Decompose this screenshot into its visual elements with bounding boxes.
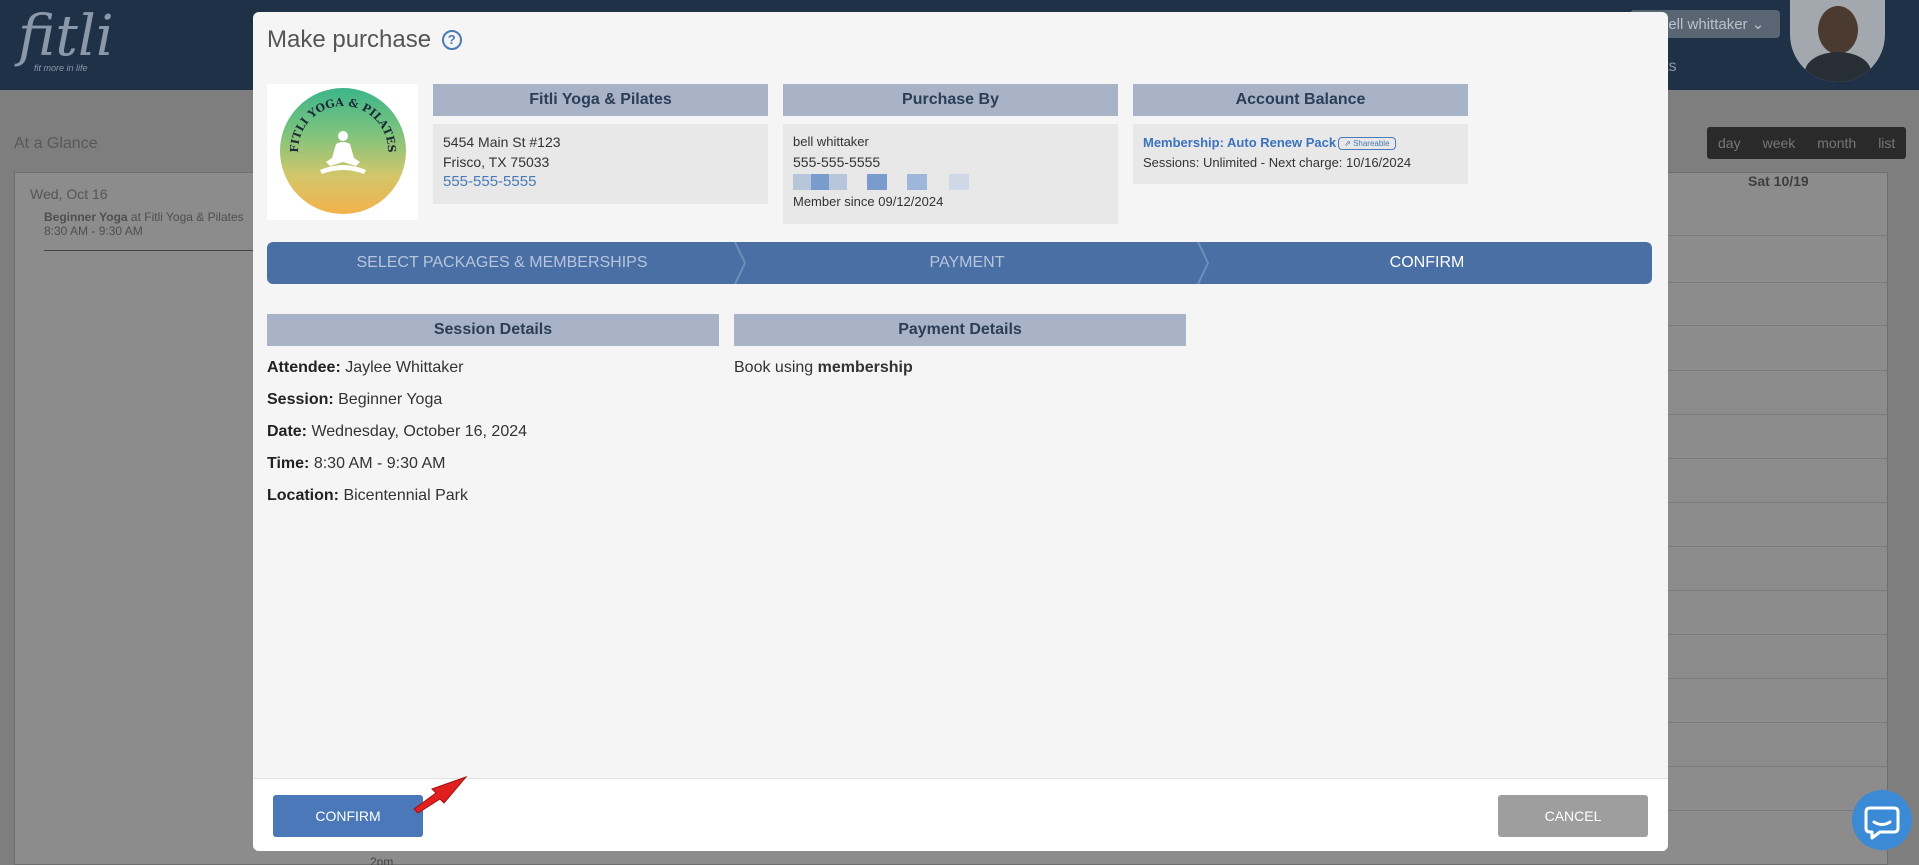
member-since: Member since 09/12/2024: [793, 194, 944, 209]
calendar-view-switcher: day week month list: [1707, 127, 1907, 159]
detail-value: Beginner Yoga: [333, 391, 443, 408]
detail-value: 8:30 AM - 9:30 AM: [309, 455, 446, 472]
purchaser-phone: 555-555-5555: [793, 154, 881, 170]
modal-title-text: Make purchase: [267, 26, 432, 53]
make-purchase-modal: Make purchase ? FITLI YOGA & PILATES Fit…: [253, 12, 1668, 851]
share-icon: ⇗: [1344, 139, 1351, 148]
account-balance-heading: Account Balance: [1133, 84, 1468, 116]
detail-label: Attendee:: [267, 359, 341, 376]
at-a-glance-heading: At a Glance: [14, 135, 98, 152]
shareable-badge-label: Shareable: [1353, 139, 1390, 148]
logo-artwork: FITLI YOGA & PILATES: [288, 96, 398, 174]
logo-badge: FITLI YOGA & PILATES: [280, 88, 406, 214]
detail-value: Bicentennial Park: [339, 487, 468, 504]
avatar-body-shape: [1805, 52, 1871, 82]
chat-widget-button[interactable]: [1852, 790, 1912, 850]
cancel-button[interactable]: CANCEL: [1498, 795, 1648, 837]
annotation-arrow-icon: [413, 775, 468, 814]
business-address-line1: 5454 Main St #123: [443, 134, 561, 150]
chevron-down-icon: ⌄: [1751, 16, 1765, 33]
modal-title: Make purchase ?: [267, 26, 462, 54]
business-address-card: 5454 Main St #123 Frisco, TX 75033 555-5…: [433, 124, 768, 204]
payment-method-value: membership: [817, 359, 913, 376]
detail-label: Date:: [267, 423, 308, 440]
view-month-button[interactable]: month: [1806, 127, 1867, 159]
detail-attendee: Attendee: Jaylee Whittaker: [267, 359, 464, 377]
purchaser-redacted-info: [793, 174, 1108, 190]
purchaser-card: bell whittaker 555-555-5555 Member since…: [783, 124, 1118, 224]
step-payment[interactable]: PAYMENT: [737, 242, 1197, 284]
view-day-button[interactable]: day: [1707, 127, 1752, 159]
purchase-steps: SELECT PACKAGES & MEMBERSHIPS PAYMENT CO…: [267, 242, 1652, 284]
step-select-packages[interactable]: SELECT PACKAGES & MEMBERSHIPS: [267, 242, 737, 284]
redacted-block: [907, 174, 927, 190]
calendar-event-name: Beginner Yoga: [44, 210, 128, 224]
membership-link[interactable]: Membership: Auto Renew Pack: [1143, 135, 1336, 150]
chat-bubble-icon: [1864, 806, 1900, 840]
detail-label: Session:: [267, 391, 334, 408]
purchase-by-heading: Purchase By: [783, 84, 1118, 116]
shareable-badge: ⇗ Shareable: [1338, 137, 1396, 150]
step-confirm[interactable]: CONFIRM: [1202, 242, 1652, 284]
calendar-event-time: 8:30 AM - 9:30 AM: [44, 224, 143, 238]
calendar-column-header: Sat 10/19: [1748, 173, 1809, 189]
business-logo: FITLI YOGA & PILATES: [267, 84, 418, 220]
session-details-heading: Session Details: [267, 314, 719, 346]
business-name-heading: Fitli Yoga & Pilates: [433, 84, 768, 116]
detail-time: Time: 8:30 AM - 9:30 AM: [267, 455, 445, 473]
help-icon[interactable]: ?: [441, 30, 462, 50]
detail-label: Time:: [267, 455, 310, 472]
calendar-event[interactable]: Beginner Yoga at Fitli Yoga & Pilates 8:…: [44, 210, 254, 251]
avatar[interactable]: [1790, 0, 1885, 82]
user-menu-label: bell whittaker: [1660, 16, 1748, 33]
app-logo-tagline: fit more in life: [34, 63, 88, 73]
detail-session: Session: Beginner Yoga: [267, 391, 442, 409]
payment-method: Book using membership: [734, 359, 913, 377]
account-balance-card: Membership: Auto Renew Pack ⇗ Shareable S…: [1133, 124, 1468, 184]
redacted-block: [793, 174, 811, 190]
view-week-button[interactable]: week: [1752, 127, 1807, 159]
business-address-line2: Frisco, TX 75033: [443, 154, 550, 170]
detail-value: Wednesday, October 16, 2024: [307, 423, 528, 440]
redacted-block: [867, 174, 887, 190]
payment-method-prefix: Book using: [734, 359, 818, 376]
calendar-time-label: 2pm: [370, 855, 394, 865]
sessions-summary: Sessions: Unlimited - Next charge: 10/16…: [1143, 155, 1412, 170]
confirm-button[interactable]: CONFIRM: [273, 795, 423, 837]
app-logo: fitli: [18, 4, 114, 69]
detail-label: Location:: [267, 487, 339, 504]
meditation-figure-icon: [320, 131, 366, 174]
business-phone-link[interactable]: 555-555-5555: [443, 172, 758, 192]
detail-value: Jaylee Whittaker: [340, 359, 464, 376]
payment-details-heading: Payment Details: [734, 314, 1186, 346]
redacted-block: [949, 174, 969, 190]
view-list-button[interactable]: list: [1867, 127, 1906, 159]
purchaser-name: bell whittaker: [793, 134, 869, 149]
detail-location: Location: Bicentennial Park: [267, 487, 468, 505]
avatar-head-shape: [1818, 6, 1858, 54]
redacted-block: [829, 174, 847, 190]
calendar-day-label: Wed, Oct 16: [30, 186, 108, 202]
redacted-block: [811, 174, 829, 190]
calendar-event-venue: at Fitli Yoga & Pilates: [127, 210, 244, 224]
detail-date: Date: Wednesday, October 16, 2024: [267, 423, 527, 441]
